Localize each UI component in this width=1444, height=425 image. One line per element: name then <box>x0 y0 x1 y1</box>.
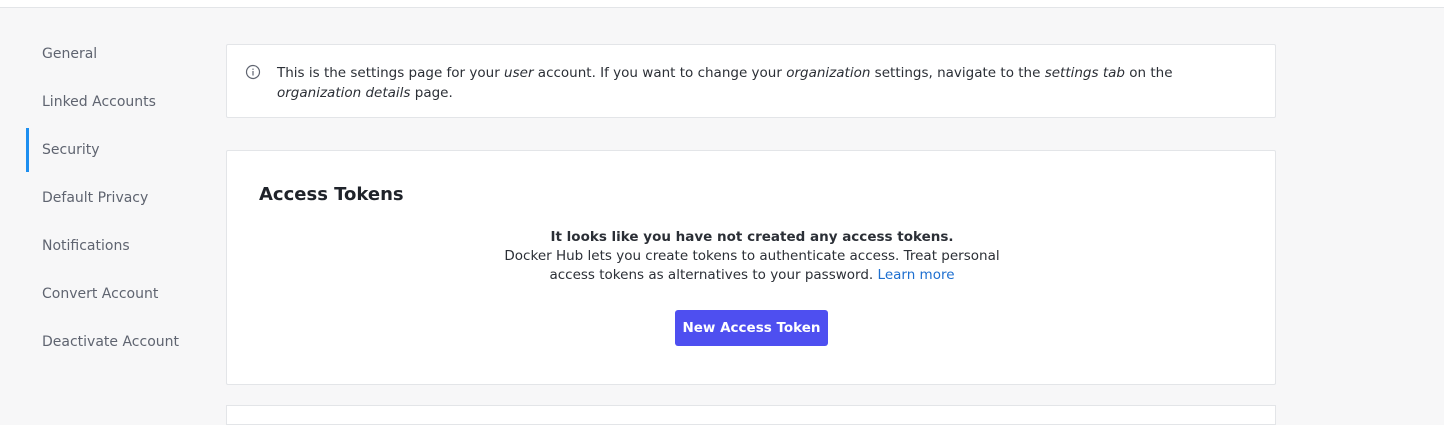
empty-state-description: Docker Hub lets you create tokens to aut… <box>502 247 1002 285</box>
sidebar-item-default-privacy[interactable]: Default Privacy <box>26 176 206 220</box>
sidebar-item-label: Deactivate Account <box>42 334 179 350</box>
new-access-token-button[interactable]: New Access Token <box>675 310 828 346</box>
access-tokens-title: Access Tokens <box>259 184 404 205</box>
sidebar-item-label: Notifications <box>42 238 130 254</box>
sidebar-item-label: Default Privacy <box>42 190 149 206</box>
sidebar-item-label: Linked Accounts <box>42 94 156 110</box>
sidebar-item-general[interactable]: General <box>26 32 206 76</box>
settings-info-banner: This is the settings page for your user … <box>226 44 1276 118</box>
banner-text-segment: page. <box>410 85 453 101</box>
settings-sidebar: General Linked Accounts Security Default… <box>26 32 206 368</box>
empty-state: It looks like you have not created any a… <box>227 228 1277 285</box>
banner-emphasis: user <box>504 65 534 81</box>
banner-emphasis: organization <box>786 65 871 81</box>
info-icon <box>245 64 261 80</box>
learn-more-link[interactable]: Learn more <box>878 267 955 283</box>
sidebar-item-security[interactable]: Security <box>26 128 206 172</box>
banner-emphasis: settings tab <box>1044 65 1125 81</box>
sidebar-item-label: Convert Account <box>42 286 159 302</box>
sidebar-item-label: Security <box>42 142 100 158</box>
sidebar-item-notifications[interactable]: Notifications <box>26 224 206 268</box>
empty-state-headline: It looks like you have not created any a… <box>550 229 954 245</box>
banner-text-segment: This is the settings page for your <box>277 65 505 81</box>
banner-text: This is the settings page for your user … <box>277 63 1251 103</box>
sidebar-item-label: General <box>42 46 98 62</box>
banner-text-segment: settings, navigate to the <box>870 65 1045 81</box>
banner-text-segment: on the <box>1124 65 1173 81</box>
banner-text-segment: account. If you want to change your <box>533 65 787 81</box>
top-bar <box>0 0 1444 8</box>
next-section-card <box>226 405 1276 425</box>
sidebar-item-linked-accounts[interactable]: Linked Accounts <box>26 80 206 124</box>
banner-emphasis: organization details <box>277 85 411 101</box>
access-tokens-card: Access Tokens It looks like you have not… <box>226 150 1276 385</box>
sidebar-item-deactivate-account[interactable]: Deactivate Account <box>26 320 206 364</box>
sidebar-item-convert-account[interactable]: Convert Account <box>26 272 206 316</box>
